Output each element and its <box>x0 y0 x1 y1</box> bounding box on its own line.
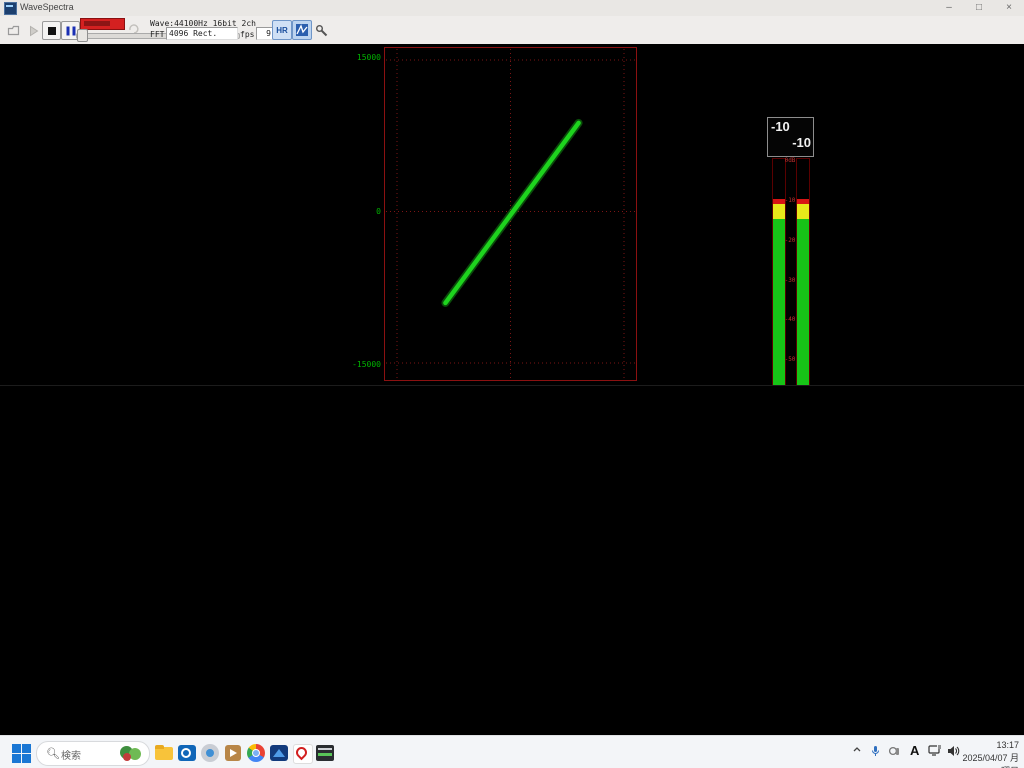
peak-right-value: -10 <box>792 135 811 150</box>
stop-button[interactable] <box>42 21 61 40</box>
meter-tick-label: -20 <box>784 237 796 244</box>
pause-icon <box>66 26 75 35</box>
seek-slider-thumb[interactable] <box>77 29 88 42</box>
taskbar-acrobat-icon[interactable] <box>290 741 314 765</box>
tray-time: 13:17 <box>955 739 1019 752</box>
spectrum-icon <box>295 23 309 37</box>
spectrum-display-toggle-button[interactable] <box>292 20 312 40</box>
taskbar-compass-icon[interactable] <box>198 741 222 765</box>
search-highlight-image[interactable] <box>118 744 146 762</box>
spectrum-pane: 0dB-20-40-60-80-100-120201001k10k Max 99… <box>0 386 1024 735</box>
svg-text:HR: HR <box>276 26 288 35</box>
taskbar-chrome-icon[interactable] <box>244 741 268 765</box>
scope-tick-minus15000: -15000 <box>341 360 381 369</box>
search-icon: 🔍︎ <box>46 747 60 760</box>
hr-display-toggle-button[interactable]: HR <box>272 20 292 40</box>
search-placeholder: 検索 <box>61 747 81 762</box>
windows-logo-icon <box>12 744 21 753</box>
open-file-button[interactable] <box>4 21 23 40</box>
play-icon <box>28 25 39 36</box>
taskbar: 🔍︎ 検索 A 13:17 2025/04/07 月曜日 <box>0 735 1024 768</box>
peak-readout-box: -10 -10 <box>767 117 814 157</box>
tray-date: 2025/04/07 月曜日 <box>955 752 1019 768</box>
ime-mode-indicator[interactable]: A <box>910 743 919 758</box>
meter-tick-label: -10 <box>784 197 796 204</box>
close-button[interactable]: × <box>994 0 1024 16</box>
taskbar-wavespectra-icon[interactable] <box>313 741 337 765</box>
search-box[interactable]: 🔍︎ 検索 <box>36 741 150 766</box>
hr-icon: HR <box>275 23 289 37</box>
wrench-icon <box>315 24 329 38</box>
scope-tick-15000: 15000 <box>341 53 381 62</box>
settings-button[interactable] <box>312 21 331 40</box>
taskbar-media-player-icon[interactable] <box>221 741 245 765</box>
taskbar-folder-icon[interactable] <box>152 741 176 765</box>
play-button[interactable] <box>24 21 43 40</box>
maximize-button[interactable]: □ <box>964 0 994 16</box>
peak-left-value: -10 <box>771 119 790 134</box>
minimize-button[interactable]: – <box>934 0 964 16</box>
app-icon <box>4 2 17 15</box>
tray-clock[interactable]: 13:17 2025/04/07 月曜日 <box>955 739 1019 768</box>
meter-tick-label: -50 <box>784 356 796 363</box>
start-button[interactable] <box>10 742 32 764</box>
fft-settings-field[interactable]: 4096 Rect. <box>166 27 238 40</box>
title-bar: WaveSpectra – □ × <box>0 0 1024 17</box>
window-title: WaveSpectra <box>20 2 74 12</box>
stop-icon <box>48 27 56 35</box>
scope-pane: 15000 0 -15000 -10 -10 0dB -10 -20 -30 -40 -5… <box>0 44 1024 386</box>
level-meter: -10 -10 0dB-10-20-30-40-50 L R <box>767 117 813 417</box>
meter-tick-label: -30 <box>784 277 796 284</box>
meter-tick-label: 0dB <box>784 157 796 164</box>
open-file-icon <box>7 24 20 37</box>
taskbar-photos-icon[interactable] <box>267 741 291 765</box>
meter-tick-label: -40 <box>784 316 796 323</box>
toolbar: Wave:44100Hz 16bit 2ch FFT: 4096 Rect. f… <box>0 16 1024 45</box>
desktop: WaveSpectra – □ × <box>0 0 1024 768</box>
taskbar-outlook-icon[interactable] <box>175 741 199 765</box>
xy-scope-chart <box>384 47 637 381</box>
meter-bar-right <box>796 158 810 401</box>
scope-tick-0: 0 <box>341 207 381 216</box>
